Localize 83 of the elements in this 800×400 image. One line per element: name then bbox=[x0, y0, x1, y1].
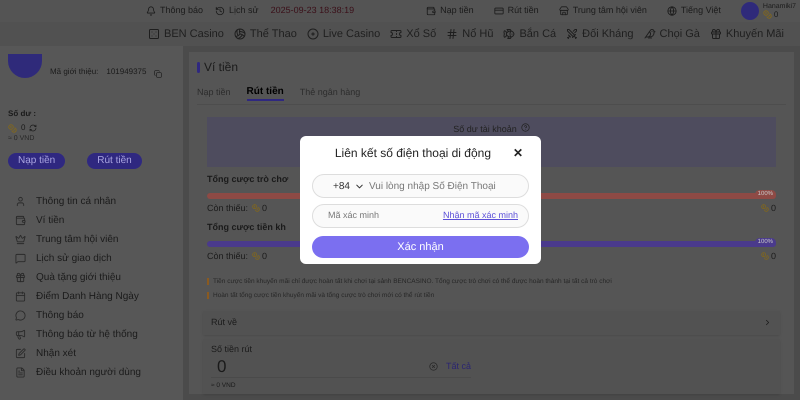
gift-icon bbox=[15, 272, 26, 283]
clear-icon[interactable] bbox=[428, 362, 438, 371]
top-link[interactable]: Lịch sử bbox=[215, 4, 259, 18]
wallet-icon bbox=[426, 6, 436, 16]
target-value: 0 bbox=[770, 202, 776, 214]
sidebar-item[interactable]: Điều khoản người dùng bbox=[8, 366, 141, 380]
coin-icon bbox=[760, 252, 769, 260]
bird-icon bbox=[644, 28, 656, 40]
sidebar-item[interactable]: Thông tin cá nhân bbox=[8, 194, 116, 208]
close-button[interactable]: ✕ bbox=[513, 147, 523, 159]
sidebar-item[interactable]: Nhận xét bbox=[8, 346, 76, 360]
avatar bbox=[8, 54, 42, 78]
amount-label: Số tiền rút bbox=[211, 342, 252, 356]
clock-icon bbox=[215, 6, 226, 16]
phone-field[interactable]: +84 Vui lòng nhập Số Điện Thoại bbox=[312, 174, 529, 198]
sidebar-item[interactable]: Điểm Danh Hàng Ngày bbox=[8, 290, 139, 304]
missing-value: 0 bbox=[262, 202, 268, 214]
dice-icon bbox=[148, 28, 160, 40]
amount-input[interactable]: 0 bbox=[217, 354, 429, 380]
help-icon[interactable] bbox=[520, 123, 530, 132]
section-title: Ví tiền bbox=[204, 59, 238, 76]
datetime: 2025-09-23 18:38:19 bbox=[270, 4, 354, 18]
withdraw-to-row[interactable]: Rút về bbox=[203, 310, 780, 334]
coin-icon bbox=[760, 204, 769, 212]
store-icon bbox=[558, 6, 569, 16]
refresh-icon[interactable] bbox=[29, 124, 38, 132]
card-icon bbox=[494, 6, 504, 16]
referral-label: Mã giới thiệu: bbox=[50, 66, 98, 78]
chip-icon bbox=[306, 28, 319, 40]
missing-label: Còn thiếu: bbox=[207, 250, 248, 262]
calendar-icon bbox=[15, 291, 26, 302]
avatar[interactable] bbox=[740, 2, 759, 20]
fish-icon bbox=[503, 28, 516, 40]
top-link[interactable]: Thông báo bbox=[146, 4, 204, 18]
code-field[interactable]: Mã xác minh Nhận mã xác minh bbox=[312, 204, 529, 228]
coin-icon bbox=[8, 124, 17, 132]
sidebar-item[interactable]: Thông báo bbox=[8, 308, 84, 322]
submit-button[interactable]: Xác nhận bbox=[312, 236, 529, 258]
progress-title: Tổng cược tiền kh bbox=[207, 221, 286, 234]
bell-icon bbox=[146, 6, 156, 16]
sidebar-item[interactable]: Ví tiền bbox=[8, 214, 64, 228]
globe-icon bbox=[666, 6, 677, 16]
chat-icon bbox=[15, 253, 26, 264]
document-icon bbox=[15, 367, 26, 378]
hash-icon bbox=[446, 28, 458, 40]
edit-icon bbox=[15, 348, 26, 359]
coin-icon bbox=[252, 204, 260, 212]
crown-icon bbox=[15, 234, 26, 245]
chevron-right-icon bbox=[763, 318, 772, 327]
chat-bubble-icon bbox=[15, 310, 26, 321]
progress-title: Tổng cược trò chơ bbox=[207, 173, 288, 186]
ticket-icon bbox=[390, 28, 402, 40]
missing-label: Còn thiếu: bbox=[207, 202, 248, 214]
coin-balance: 0 bbox=[774, 10, 778, 18]
megaphone-icon bbox=[15, 329, 26, 340]
sidebar-item[interactable]: Quà tặng giới thiệu bbox=[8, 270, 121, 284]
profile-button[interactable]: Rút tiền bbox=[87, 152, 142, 168]
top-action-link[interactable]: Trung tâm hội viên bbox=[558, 4, 647, 18]
gift-icon bbox=[710, 28, 722, 40]
coin-balance: 0 bbox=[21, 122, 26, 134]
sidebar-item[interactable]: Trung tâm hội viên bbox=[8, 232, 118, 246]
copy-icon[interactable] bbox=[154, 70, 162, 78]
tab[interactable]: Rút tiền bbox=[246, 84, 284, 101]
user-icon bbox=[15, 196, 26, 207]
top-action-link[interactable]: Rút tiền bbox=[494, 4, 539, 18]
get-code-link[interactable]: Nhận mã xác minh bbox=[442, 209, 518, 223]
sidebar-item[interactable]: Lịch sử giao dịch bbox=[8, 252, 112, 266]
profile-button[interactable]: Nạp tiền bbox=[8, 152, 66, 168]
dialog-title: Liên kết số điện thoại di động bbox=[334, 145, 491, 162]
balance-label: Số dư tài khoản bbox=[453, 123, 517, 136]
country-code[interactable]: +84 bbox=[333, 178, 350, 194]
top-action-link[interactable]: Nạp tiền bbox=[426, 4, 474, 18]
target-value: 0 bbox=[770, 250, 776, 262]
coin-icon bbox=[762, 10, 772, 19]
missing-value: 0 bbox=[262, 250, 268, 262]
referral-code: 101949375 bbox=[106, 66, 146, 78]
balance-label: Số dư : bbox=[8, 108, 36, 120]
swords-icon bbox=[566, 28, 578, 40]
wallet-icon bbox=[15, 215, 26, 226]
sidebar-item[interactable]: Thông báo từ hệ thống bbox=[8, 328, 138, 342]
ball-icon bbox=[234, 28, 246, 40]
top-action-link[interactable]: Tiếng Việt bbox=[666, 4, 721, 18]
coin-icon bbox=[252, 252, 260, 260]
